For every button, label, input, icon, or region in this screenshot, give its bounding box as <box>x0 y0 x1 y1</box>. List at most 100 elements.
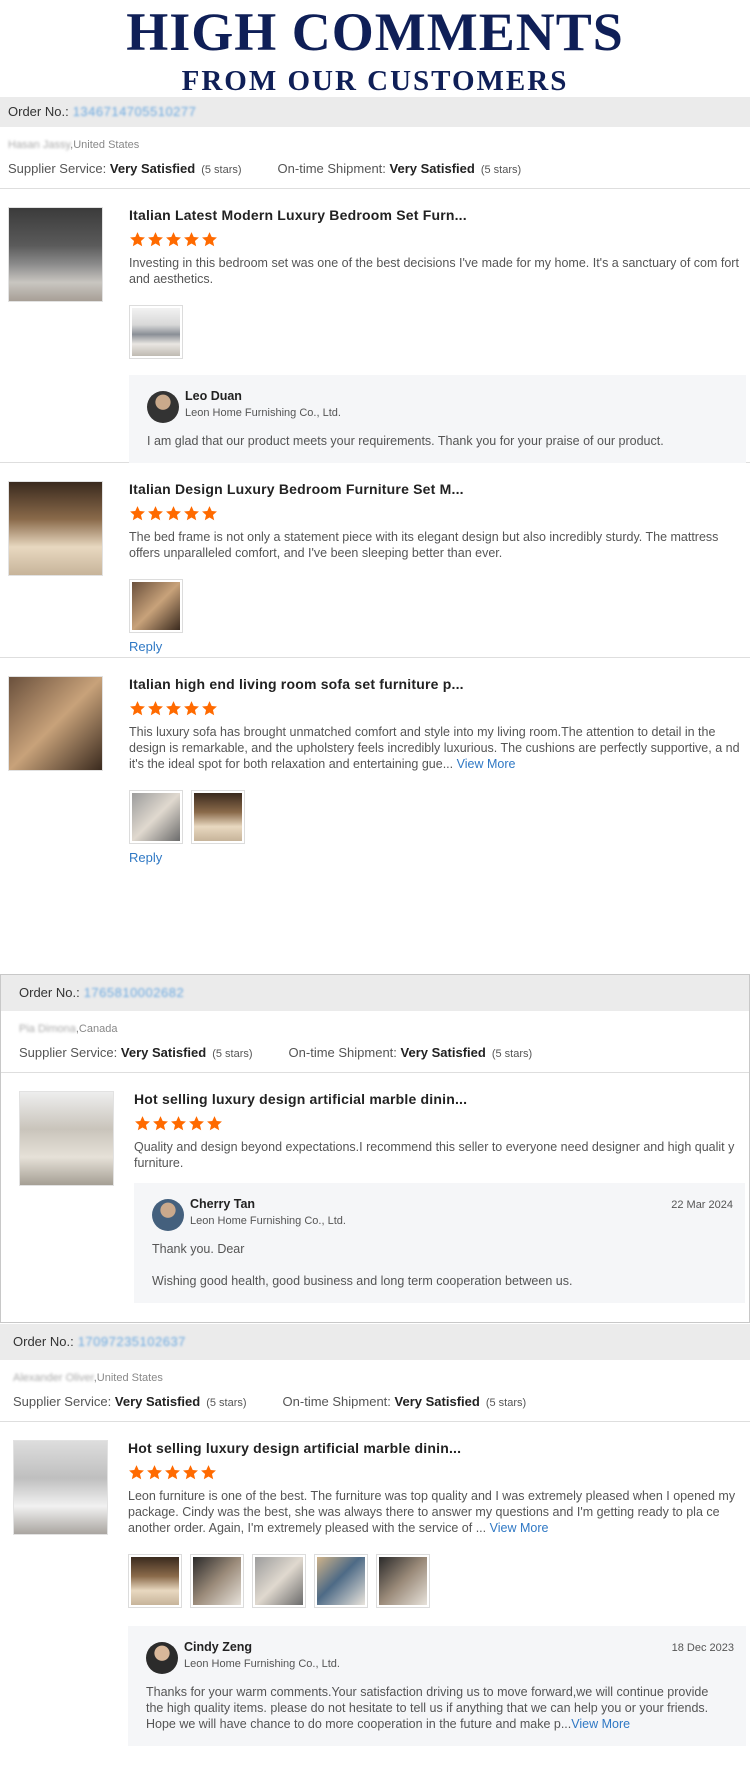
review-photo[interactable] <box>129 579 183 633</box>
reply-message: I am glad that our product meets your re… <box>147 433 728 449</box>
reply-company: Leon Home Furnishing Co., Ltd. <box>190 1215 346 1227</box>
star-icon <box>207 1116 222 1131</box>
view-more-link[interactable]: View More <box>490 1521 549 1535</box>
order-number-link[interactable]: 1346714705510277 <box>73 104 197 119</box>
star-icon <box>130 701 145 716</box>
order-meta: Alexander Oliver,United States Supplier … <box>0 1360 750 1422</box>
review-text: This luxury sofa has brought unmatched c… <box>129 724 746 772</box>
view-more-link[interactable]: View More <box>457 757 516 771</box>
review-item: Hot selling luxury design artificial mar… <box>1 1073 749 1303</box>
star-icon <box>184 232 199 247</box>
product-title[interactable]: Hot selling luxury design artificial mar… <box>134 1091 745 1107</box>
product-image[interactable] <box>8 481 103 576</box>
star-icon <box>202 701 217 716</box>
supplier-service-stars: (5 stars) <box>201 164 242 176</box>
supplier-service-value: Very Satisfied <box>114 1394 201 1409</box>
shipment-stars: (5 stars) <box>485 1397 527 1409</box>
reply-author-name: Cherry Tan <box>190 1197 256 1211</box>
shipment-value: Very Satisfied <box>400 1045 486 1060</box>
review-photo[interactable] <box>190 1554 244 1608</box>
view-more-link[interactable]: View More <box>571 1717 630 1731</box>
buyer-location: Alexander Oliver,United States <box>13 1372 163 1384</box>
reply-message: Thanks for your warm comments.Your satis… <box>146 1684 728 1732</box>
review-photo[interactable] <box>376 1554 430 1608</box>
supplier-service-label: Supplier Service: <box>13 1394 112 1409</box>
review-text: The bed frame is not only a statement pi… <box>129 530 719 560</box>
avatar <box>152 1199 184 1231</box>
shipment-label: On-time Shipment: <box>288 1045 397 1060</box>
product-title[interactable]: Italian Design Luxury Bedroom Furniture … <box>129 481 746 497</box>
buyer-location: Pia Dimona,Canada <box>19 1023 118 1035</box>
seller-reply: 22 Mar 2024 Cherry Tan Leon Home Furnish… <box>134 1183 745 1303</box>
supplier-service-label: Supplier Service: <box>8 161 107 176</box>
reply-company: Leon Home Furnishing Co., Ltd. <box>184 1658 340 1670</box>
order-meta: Pia Dimona,Canada Supplier Service: Very… <box>1 1011 749 1073</box>
star-icon <box>148 506 163 521</box>
order-bar: Order No.: 1765810002682 <box>1 975 749 1011</box>
star-icon <box>166 701 181 716</box>
review-photos <box>128 1554 746 1608</box>
star-icon <box>171 1116 186 1131</box>
product-image[interactable] <box>8 207 103 302</box>
review-photo[interactable] <box>252 1554 306 1608</box>
product-title[interactable]: Hot selling luxury design artificial mar… <box>128 1440 746 1456</box>
buyer-country: Canada <box>78 1023 118 1035</box>
product-image[interactable] <box>8 676 103 771</box>
star-icon <box>148 232 163 247</box>
star-icon <box>165 1465 180 1480</box>
order-card: Order No.: 1765810002682 Pia Dimona,Canad… <box>0 974 750 1323</box>
review-text: Quality and design beyond expectations.I… <box>134 1140 735 1170</box>
buyer-country: United States <box>73 139 140 151</box>
review-photos <box>129 579 746 633</box>
order-label: Order No.: <box>19 985 80 1000</box>
product-title[interactable]: Italian high end living room sofa set fu… <box>129 676 746 692</box>
reply-date: 22 Mar 2024 <box>671 1199 733 1211</box>
product-image[interactable] <box>19 1091 114 1186</box>
review-photo[interactable] <box>129 305 183 359</box>
seller-reply: Leo Duan Leon Home Furnishing Co., Ltd. … <box>129 375 746 463</box>
review-photo[interactable] <box>129 790 183 844</box>
reply-paragraph: Thanks for your warm comments.Your satis… <box>146 1684 728 1732</box>
avatar <box>146 1642 178 1674</box>
reply-paragraph: I am glad that our product meets your re… <box>147 434 664 448</box>
order-meta: Hasan Jassy,United States Supplier Servi… <box>0 127 750 189</box>
reply-company: Leon Home Furnishing Co., Ltd. <box>185 407 341 419</box>
order-card: Order No.: 1346714705510277 Hasan Jassy,U… <box>0 97 750 871</box>
shipment-value: Very Satisfied <box>394 1394 480 1409</box>
supplier-service-value: Very Satisfied <box>120 1045 207 1060</box>
star-icon <box>184 506 199 521</box>
review-photo[interactable] <box>128 1554 182 1608</box>
star-icon <box>130 506 145 521</box>
reply-author-name: Leo Duan <box>185 389 242 403</box>
rating-stars <box>129 505 746 523</box>
order-label: Order No.: <box>8 104 69 119</box>
rating-stars <box>134 1115 745 1133</box>
review-photo[interactable] <box>314 1554 368 1608</box>
supplier-service-value: Very Satisfied <box>109 161 196 176</box>
buyer-name-redacted: Pia Dimona <box>19 1023 76 1035</box>
order-number-link[interactable]: 17097235102637 <box>78 1334 186 1349</box>
review-item: Italian Latest Modern Luxury Bedroom Set… <box>0 189 750 463</box>
review-photo[interactable] <box>191 790 245 844</box>
reply-link[interactable]: Reply <box>129 850 746 877</box>
reply-paragraph: Thank you. Dear <box>152 1242 245 1256</box>
service-ratings: Supplier Service: Very Satisfied (5 stars… <box>13 1394 742 1409</box>
shipment-label: On-time Shipment: <box>282 1394 391 1409</box>
order-number-link[interactable]: 1765810002682 <box>84 985 185 1000</box>
buyer-name-redacted: Alexander Oliver <box>13 1372 94 1384</box>
rating-stars <box>129 231 746 249</box>
shipment-stars: (5 stars) <box>491 1048 533 1060</box>
shipment-stars: (5 stars) <box>480 164 522 176</box>
order-bar: Order No.: 17097235102637 <box>0 1324 750 1360</box>
service-ratings: Supplier Service: Very Satisfied (5 stars… <box>19 1045 741 1060</box>
product-image[interactable] <box>13 1440 108 1535</box>
star-icon <box>202 506 217 521</box>
review-item: Hot selling luxury design artificial mar… <box>0 1422 750 1746</box>
review-item: Italian Design Luxury Bedroom Furniture … <box>0 463 750 658</box>
star-icon <box>202 232 217 247</box>
reply-message: Thank you. Dear Wishing good health, goo… <box>152 1241 727 1289</box>
product-title[interactable]: Italian Latest Modern Luxury Bedroom Set… <box>129 207 746 223</box>
rating-stars <box>129 700 746 718</box>
star-icon <box>135 1116 150 1131</box>
shipment-value: Very Satisfied <box>389 161 475 176</box>
